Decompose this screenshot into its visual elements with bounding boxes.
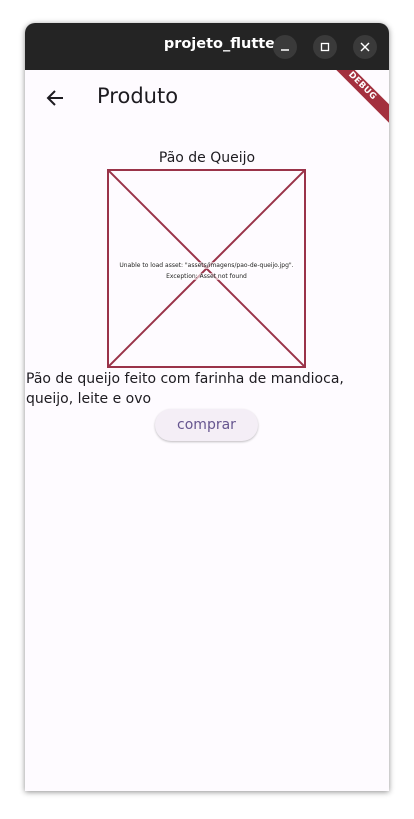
window-titlebar[interactable]: projeto_flutter	[25, 23, 389, 70]
buy-button[interactable]: comprar	[155, 409, 258, 441]
image-error-line-2: Exception: Asset not found	[166, 273, 247, 280]
page-title: Produto	[97, 84, 179, 108]
maximize-icon	[320, 42, 330, 52]
close-icon	[360, 42, 370, 52]
app-content: Produto DEBUG Pão de Queijo Unable to lo…	[25, 70, 389, 791]
image-error-message: Unable to load asset: "assets/imagens/pa…	[109, 260, 304, 282]
product-description: Pão de queijo feito com farinha de mandi…	[26, 371, 344, 407]
back-button[interactable]	[37, 80, 73, 116]
app-bar: Produto	[25, 70, 389, 126]
image-error-line-1: Unable to load asset: "assets/imagens/pa…	[119, 262, 294, 269]
minimize-button[interactable]	[273, 35, 297, 59]
close-button[interactable]	[353, 35, 377, 59]
minimize-icon	[281, 49, 289, 51]
product-image-error: Unable to load asset: "assets/imagens/pa…	[107, 169, 306, 368]
maximize-button[interactable]	[313, 35, 337, 59]
app-window: projeto_flutter Produto DEBUG Pão de Que…	[25, 23, 389, 791]
arrow-back-icon	[46, 90, 63, 106]
product-name: Pão de Queijo	[158, 150, 256, 166]
